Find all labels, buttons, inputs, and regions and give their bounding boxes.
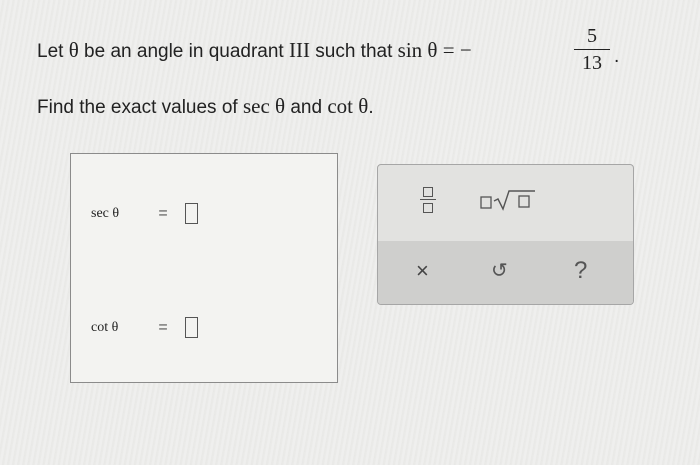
math-toolbar: × ↺ ? xyxy=(377,164,634,305)
sec-answer-input[interactable] xyxy=(185,203,198,224)
text-and: and xyxy=(290,97,323,118)
question-line-2: Find the exact values of sec θ and cot θ… xyxy=(37,94,374,119)
sec-answer-row: sec θ = xyxy=(91,203,198,224)
help-icon[interactable]: ? xyxy=(574,257,587,285)
text-let: Let xyxy=(37,41,64,62)
theta-symbol: θ xyxy=(68,38,79,62)
denominator-box xyxy=(423,203,433,213)
undo-icon[interactable]: ↺ xyxy=(491,258,508,283)
fraction-line xyxy=(420,199,436,200)
square-root-glyph xyxy=(480,190,535,211)
fraction-icon[interactable] xyxy=(420,187,436,213)
text-such-that: such that xyxy=(315,41,393,62)
cot-answer-input[interactable] xyxy=(185,317,198,338)
period: . xyxy=(614,46,620,67)
sec-label: sec θ xyxy=(91,205,120,221)
equals-sign: = xyxy=(158,318,168,336)
numerator-box xyxy=(423,187,433,197)
period-2: . xyxy=(368,97,374,118)
equals-sign: = xyxy=(158,204,168,222)
cot-expression: cot θ xyxy=(327,94,369,118)
cot-answer-row: cot θ = xyxy=(91,317,198,338)
text-angle-quadrant: be an angle in quadrant xyxy=(84,41,284,62)
sec-expression: sec θ xyxy=(242,94,286,118)
answer-box: sec θ = cot θ = xyxy=(70,153,338,383)
fraction-denominator: 13 xyxy=(582,52,602,74)
fraction-value: 5 13 xyxy=(574,25,610,74)
square-root-icon[interactable] xyxy=(480,189,536,216)
close-icon[interactable]: × xyxy=(416,258,429,284)
sin-expression: sin θ = − xyxy=(397,38,472,62)
cot-label: cot θ xyxy=(91,319,119,335)
fraction-numerator: 5 xyxy=(587,25,597,47)
text-find-values: Find the exact values of xyxy=(37,97,238,118)
quadrant-number: III xyxy=(289,38,310,62)
question-line-1: Let θ be an angle in quadrant III such t… xyxy=(37,38,472,63)
fraction-bar xyxy=(574,49,610,50)
